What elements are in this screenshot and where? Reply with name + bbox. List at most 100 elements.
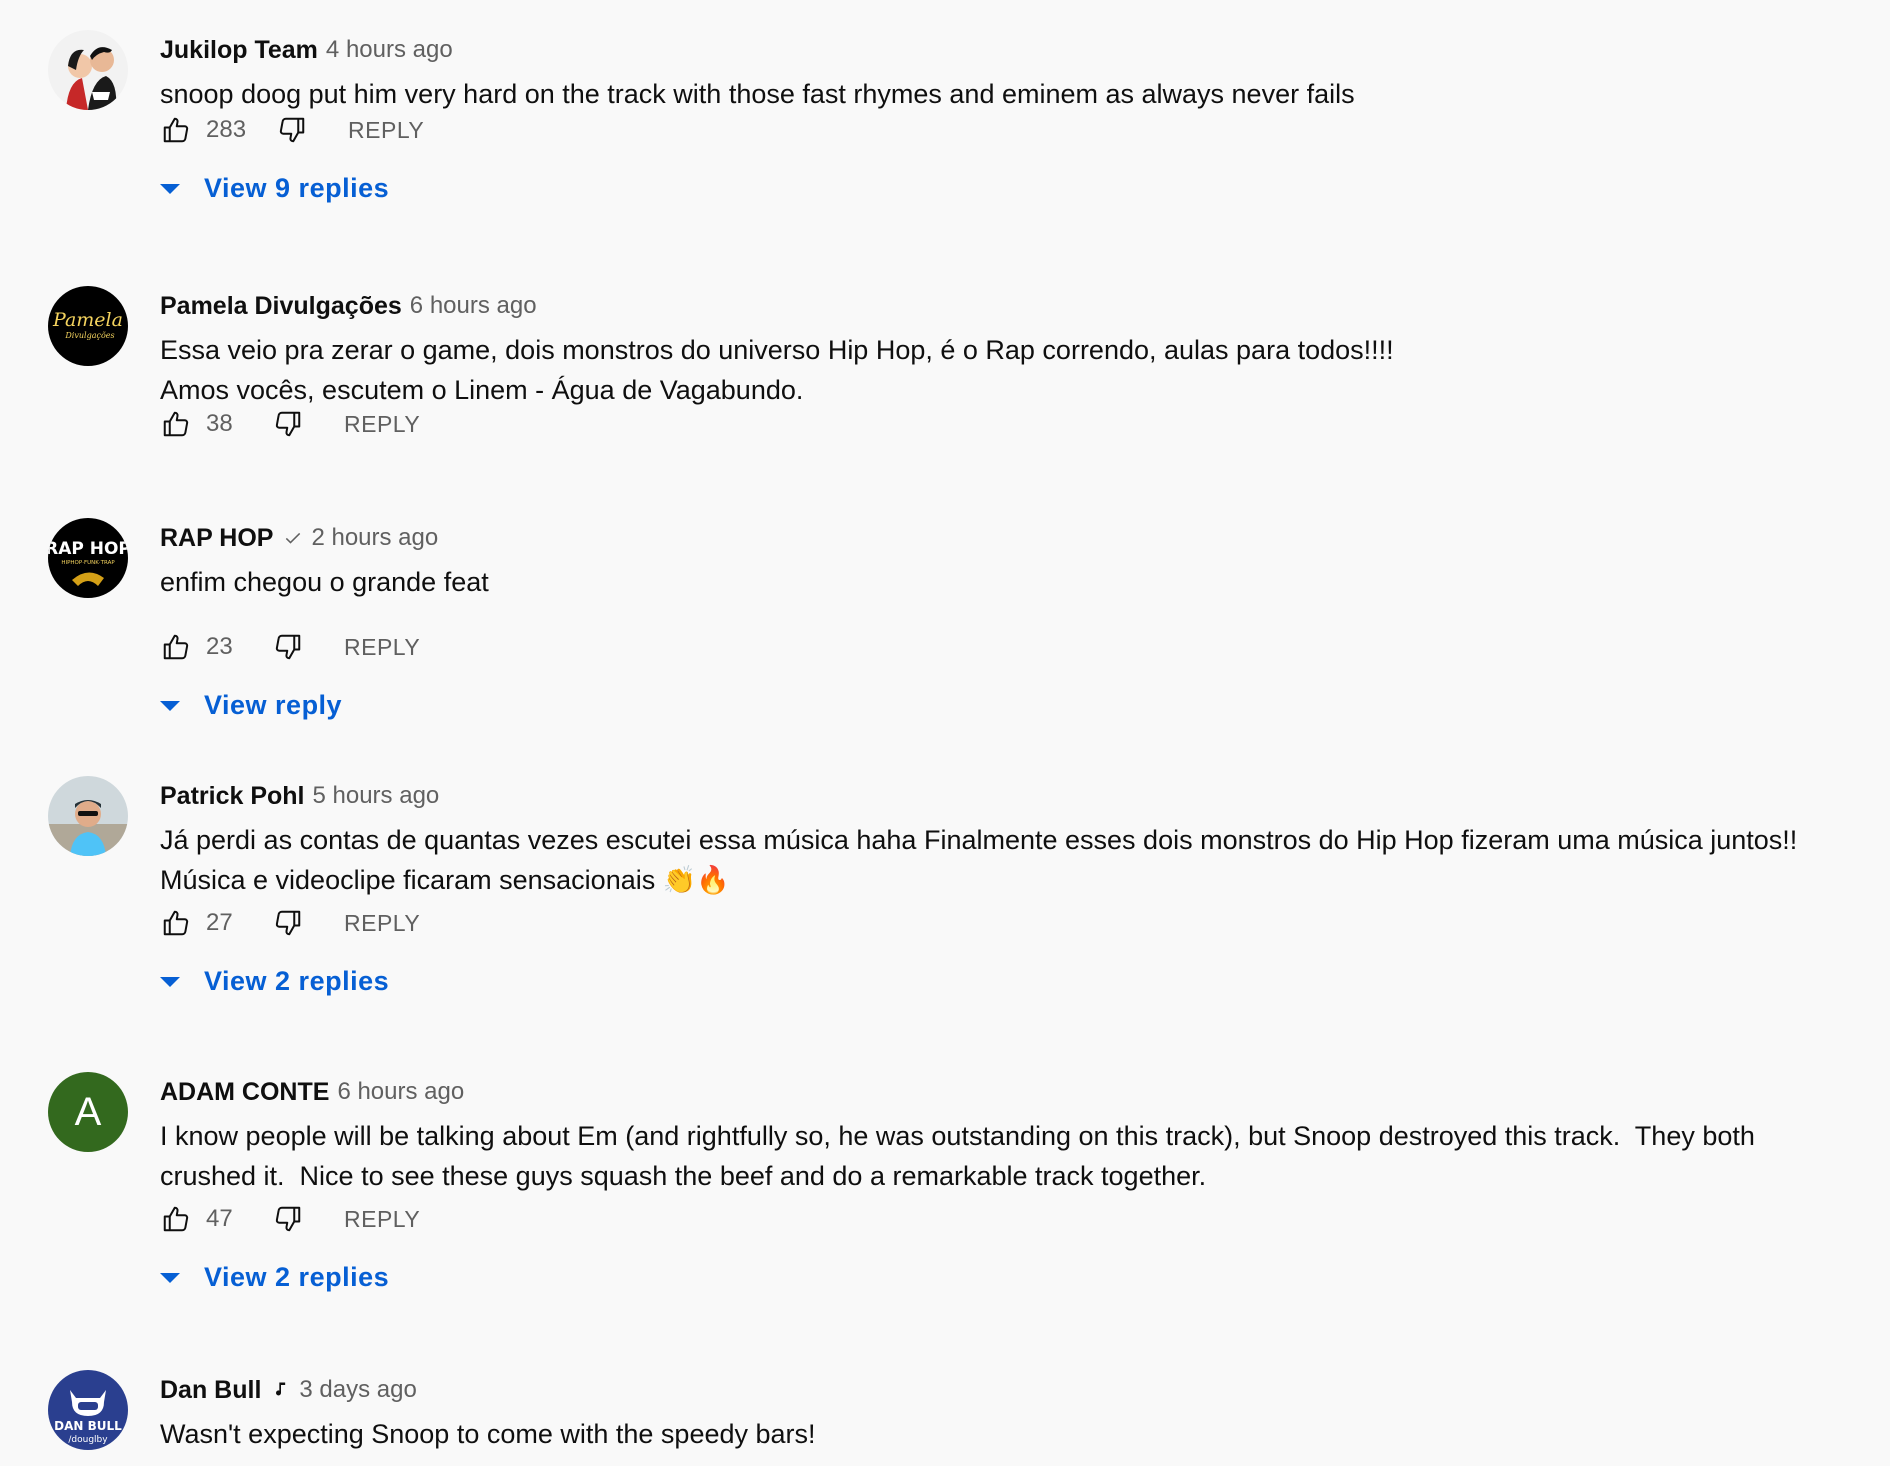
comment-text: Essa veio pra zerar o game, dois monstro…: [160, 330, 1394, 410]
author-name[interactable]: ADAM CONTE: [160, 1078, 329, 1107]
author-name[interactable]: Patrick Pohl: [160, 782, 305, 811]
comment-actions: 38 REPLY: [160, 404, 420, 444]
comment-timestamp[interactable]: 3 days ago: [299, 1376, 416, 1404]
like-count: 283: [206, 116, 247, 143]
caret-down-icon: [160, 701, 180, 711]
couple-illustration-avatar-icon: [48, 30, 128, 110]
comment-text: Já perdi as contas de quantas vezes escu…: [160, 820, 1797, 900]
view-replies-label: View 2 replies: [204, 965, 390, 996]
comment-line: Essa veio pra zerar o game, dois monstro…: [160, 335, 1394, 365]
view-replies-label: View reply: [204, 689, 343, 720]
like-button[interactable]: [160, 1203, 192, 1235]
avatar[interactable]: [48, 776, 128, 856]
pamela-logo-avatar-icon: Pamela Divulgações: [48, 286, 128, 366]
thumbs-down-icon: [275, 1206, 301, 1232]
author-name[interactable]: RAP HOP: [160, 524, 273, 553]
avatar[interactable]: A: [48, 1072, 128, 1152]
thumbs-up-icon: [163, 1206, 189, 1232]
like-count: 27: [206, 909, 233, 936]
thumbs-down-icon: [275, 910, 301, 936]
view-replies-label: View 2 replies: [204, 1261, 390, 1292]
comment-actions: 283 REPLY: [160, 110, 424, 150]
author-name[interactable]: Dan Bull: [160, 1376, 261, 1405]
avatar[interactable]: Pamela Divulgações: [48, 286, 128, 366]
dislike-button[interactable]: [272, 907, 304, 939]
caret-down-icon: [160, 184, 180, 194]
reply-button[interactable]: REPLY: [344, 411, 420, 438]
comment-timestamp[interactable]: 6 hours ago: [410, 292, 537, 320]
thumbs-up-icon: [163, 910, 189, 936]
dislike-button[interactable]: [272, 408, 304, 440]
like-button[interactable]: [160, 408, 192, 440]
person-photo-avatar-icon: [48, 776, 128, 856]
svg-text:HIPHOP·FUNK·TRAP: HIPHOP·FUNK·TRAP: [61, 560, 115, 566]
comment-header: ADAM CONTE 6 hours ago: [160, 1074, 464, 1110]
comment-text: I know people will be talking about Em (…: [160, 1116, 1755, 1196]
comment-line: crushed it. Nice to see these guys squas…: [160, 1161, 1207, 1191]
comment-line: snoop doog put him very hard on the trac…: [160, 79, 1355, 109]
comment-timestamp[interactable]: 2 hours ago: [311, 524, 438, 552]
comment-text: snoop doog put him very hard on the trac…: [160, 74, 1355, 114]
like-count: 23: [206, 633, 233, 660]
like-button[interactable]: [160, 114, 192, 146]
comment-actions: 27 REPLY: [160, 903, 420, 943]
reply-button[interactable]: REPLY: [344, 910, 420, 937]
like-count: 38: [206, 410, 233, 437]
letter-avatar-icon: A: [48, 1072, 128, 1152]
view-replies-button[interactable]: View 2 replies: [160, 1257, 389, 1297]
checkmark-icon: [283, 528, 303, 548]
comment-line: Wasn't expecting Snoop to come with the …: [160, 1419, 816, 1449]
svg-text:Pamela: Pamela: [52, 309, 123, 331]
comment-timestamp[interactable]: 4 hours ago: [326, 36, 453, 64]
view-replies-label: View 9 replies: [204, 172, 390, 203]
comment-actions: 47 REPLY: [160, 1199, 420, 1239]
svg-text:RAP HOP: RAP HOP: [48, 539, 128, 559]
comment-text: Wasn't expecting Snoop to come with the …: [160, 1414, 816, 1454]
comment-header: RAP HOP 2 hours ago: [160, 520, 438, 556]
comment-line: enfim chegou o grande feat: [160, 567, 489, 597]
comment-header: Dan Bull 3 days ago: [160, 1372, 417, 1408]
comment-header: Pamela Divulgações 6 hours ago: [160, 288, 537, 324]
reply-button[interactable]: REPLY: [344, 634, 420, 661]
thumbs-down-icon: [279, 117, 305, 143]
svg-text:DAN BULL: DAN BULL: [54, 1419, 122, 1433]
svg-text:A: A: [75, 1090, 102, 1134]
rap-hop-logo-avatar-icon: RAP HOP HIPHOP·FUNK·TRAP: [48, 518, 128, 598]
author-name[interactable]: Pamela Divulgações: [160, 292, 402, 321]
thumbs-up-icon: [163, 634, 189, 660]
thumbs-up-icon: [163, 411, 189, 437]
comment-line: Música e videoclipe ficaram sensacionais…: [160, 865, 730, 895]
comment-header: Patrick Pohl 5 hours ago: [160, 778, 439, 814]
view-replies-button[interactable]: View 9 replies: [160, 168, 389, 208]
like-count: 47: [206, 1205, 233, 1232]
author-name[interactable]: Jukilop Team: [160, 36, 318, 65]
view-replies-button[interactable]: View reply: [160, 685, 342, 725]
comment-timestamp[interactable]: 6 hours ago: [337, 1078, 464, 1106]
thumbs-up-icon: [163, 117, 189, 143]
avatar[interactable]: RAP HOP HIPHOP·FUNK·TRAP: [48, 518, 128, 598]
comment-text: enfim chegou o grande feat: [160, 562, 489, 602]
dislike-button[interactable]: [276, 114, 308, 146]
comment-timestamp[interactable]: 5 hours ago: [313, 782, 440, 810]
comment-line: I know people will be talking about Em (…: [160, 1121, 1755, 1151]
dislike-button[interactable]: [272, 1203, 304, 1235]
reply-button[interactable]: REPLY: [348, 117, 424, 144]
reply-button[interactable]: REPLY: [344, 1206, 420, 1233]
thumbs-down-icon: [275, 411, 301, 437]
comment-actions: 23 REPLY: [160, 627, 420, 667]
svg-text:Divulgações: Divulgações: [64, 331, 114, 340]
caret-down-icon: [160, 1273, 180, 1283]
dislike-button[interactable]: [272, 631, 304, 663]
like-button[interactable]: [160, 631, 192, 663]
view-replies-button[interactable]: View 2 replies: [160, 961, 389, 1001]
like-button[interactable]: [160, 907, 192, 939]
comment-header: Jukilop Team 4 hours ago: [160, 32, 453, 68]
svg-text:/douglby: /douglby: [68, 1435, 108, 1445]
avatar[interactable]: DAN BULL /douglby: [48, 1370, 128, 1450]
avatar[interactable]: [48, 30, 128, 110]
comment-line: Já perdi as contas de quantas vezes escu…: [160, 825, 1798, 855]
thumbs-down-icon: [275, 634, 301, 660]
music-note-icon: [271, 1380, 291, 1400]
caret-down-icon: [160, 977, 180, 987]
dan-bull-logo-avatar-icon: DAN BULL /douglby: [48, 1370, 128, 1450]
